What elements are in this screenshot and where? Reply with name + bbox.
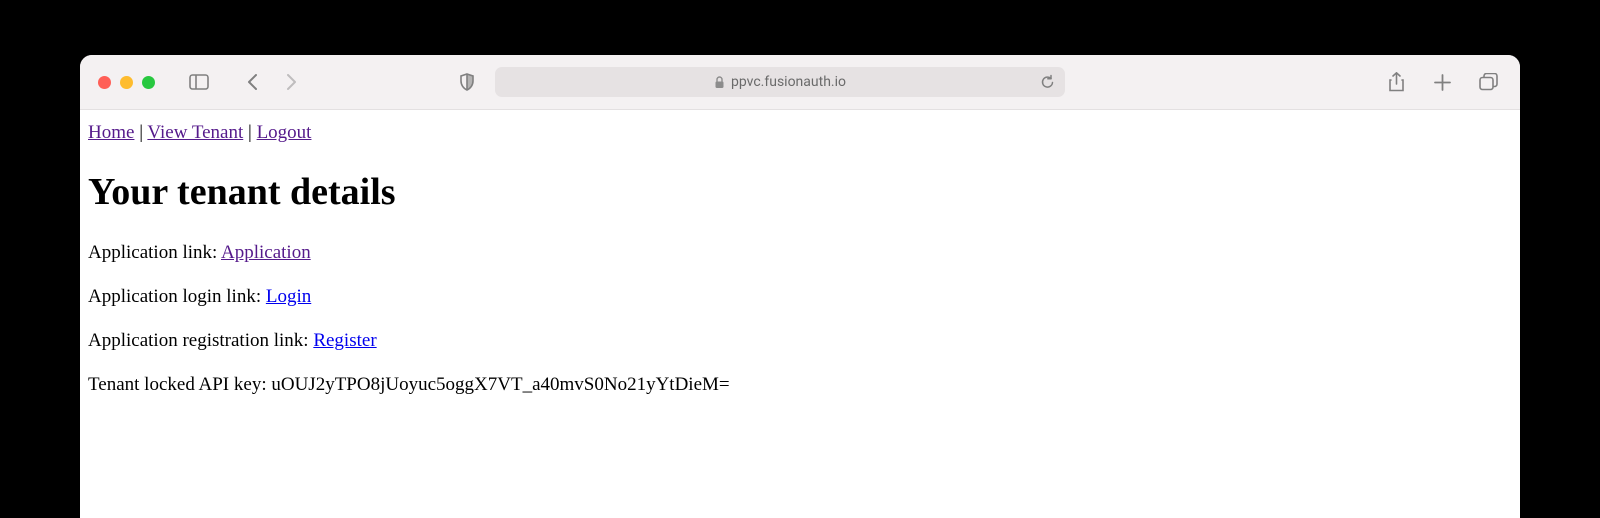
api-key-row: Tenant locked API key: uOUJ2yTPO8jUoyuc5… (88, 374, 1512, 396)
plus-icon (1434, 74, 1451, 91)
application-link-label: Application link: (88, 242, 221, 263)
share-button[interactable] (1382, 68, 1410, 96)
close-window-button[interactable] (98, 76, 111, 89)
login-link-row: Application login link: Login (88, 286, 1512, 308)
register-link-row: Application registration link: Register (88, 330, 1512, 352)
shield-icon (459, 73, 475, 91)
lock-icon (714, 76, 725, 89)
browser-window: ppvc.fusionauth.io (80, 55, 1520, 518)
back-button[interactable] (239, 68, 267, 96)
api-key-label: Tenant locked API key: (88, 374, 271, 395)
forward-button[interactable] (277, 68, 305, 96)
chevron-right-icon (285, 73, 297, 91)
sidebar-icon (189, 74, 209, 90)
privacy-report-button[interactable] (453, 68, 481, 96)
window-controls (98, 76, 155, 89)
share-icon (1388, 72, 1405, 92)
reload-button[interactable] (1040, 74, 1055, 90)
tabs-icon (1479, 73, 1498, 91)
login-link[interactable]: Login (266, 286, 311, 307)
new-tab-button[interactable] (1428, 68, 1456, 96)
register-link-label: Application registration link: (88, 330, 313, 351)
minimize-window-button[interactable] (120, 76, 133, 89)
application-link[interactable]: Application (221, 242, 311, 263)
url-text: ppvc.fusionauth.io (731, 74, 846, 90)
login-link-label: Application login link: (88, 286, 266, 307)
separator: | (243, 122, 256, 143)
api-key-value: uOUJ2yTPO8jUoyuc5oggX7VT_a40mvS0No21yYtD… (271, 374, 729, 395)
browser-toolbar: ppvc.fusionauth.io (80, 55, 1520, 110)
page-content: Home | View Tenant | Logout Your tenant … (80, 110, 1520, 430)
separator: | (134, 122, 147, 143)
toolbar-right-group (1382, 68, 1502, 96)
application-link-row: Application link: Application (88, 242, 1512, 264)
home-link[interactable]: Home (88, 122, 134, 143)
view-tenant-link[interactable]: View Tenant (147, 122, 243, 143)
nav-buttons (239, 68, 305, 96)
maximize-window-button[interactable] (142, 76, 155, 89)
logout-link[interactable]: Logout (257, 122, 312, 143)
tab-overview-button[interactable] (1474, 68, 1502, 96)
nav-links: Home | View Tenant | Logout (88, 122, 1512, 144)
sidebar-toggle-button[interactable] (185, 68, 213, 96)
page-title: Your tenant details (88, 170, 1512, 214)
reload-icon (1040, 74, 1055, 90)
register-link[interactable]: Register (313, 330, 376, 351)
address-bar[interactable]: ppvc.fusionauth.io (495, 67, 1065, 97)
chevron-left-icon (247, 73, 259, 91)
